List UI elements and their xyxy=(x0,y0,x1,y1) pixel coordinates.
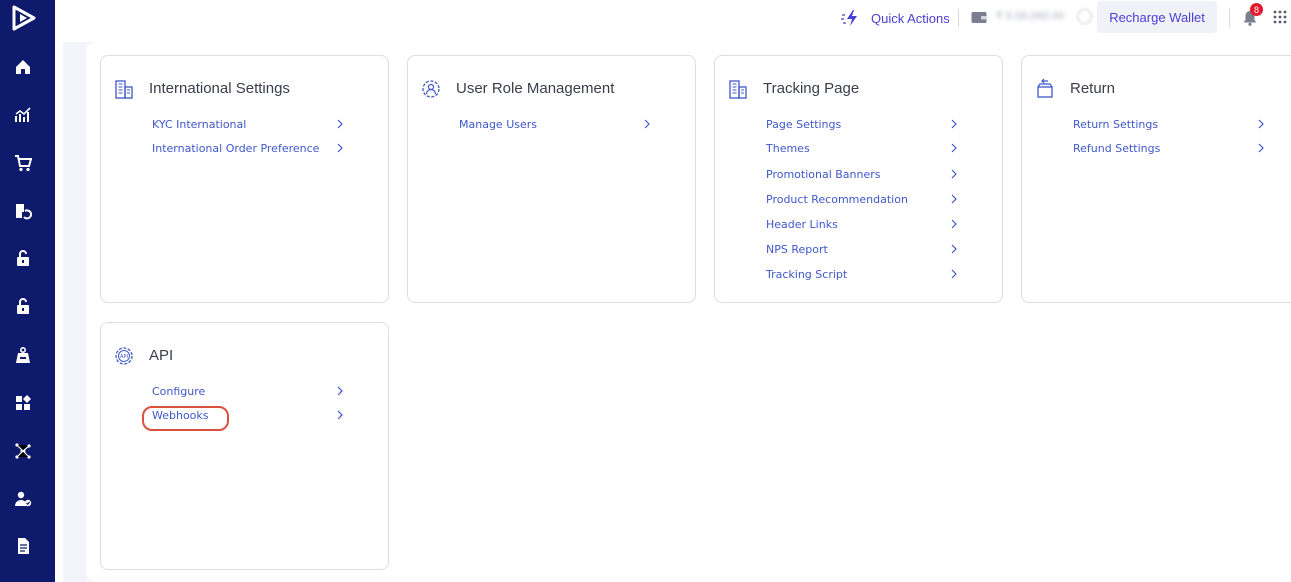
card-title: User Role Management xyxy=(456,80,615,97)
link-tracking-script[interactable]: Tracking Script xyxy=(766,265,966,283)
link-nps-report[interactable]: NPS Report xyxy=(766,240,966,258)
chevron-right-icon[interactable] xyxy=(950,190,960,208)
lightning-icon xyxy=(841,10,857,26)
chevron-right-icon[interactable] xyxy=(950,139,960,157)
notification-badge: 8 xyxy=(1250,3,1263,16)
link-label[interactable]: Configure xyxy=(152,385,205,398)
link-label[interactable]: Header Links xyxy=(766,218,838,231)
user-gear-icon xyxy=(422,80,440,98)
chevron-right-icon[interactable] xyxy=(1257,139,1267,157)
weight-icon[interactable] xyxy=(10,342,36,368)
link-page-settings[interactable]: Page Settings xyxy=(766,115,966,133)
link-product-recommendation[interactable]: Product Recommendation xyxy=(766,190,966,208)
card-title: Tracking Page xyxy=(763,80,860,97)
webhooks-highlight-outline xyxy=(142,406,229,431)
link-label[interactable]: Promotional Banners xyxy=(766,168,881,181)
link-refund-settings[interactable]: Refund Settings xyxy=(1073,139,1273,157)
user-check-icon[interactable] xyxy=(10,486,36,512)
chevron-right-icon[interactable] xyxy=(336,406,346,424)
link-label[interactable]: Manage Users xyxy=(459,118,537,131)
network-icon[interactable] xyxy=(10,438,36,464)
lock-alt-icon[interactable] xyxy=(10,293,36,319)
cart-icon[interactable] xyxy=(10,150,36,176)
link-label[interactable]: KYC International xyxy=(152,118,246,131)
recharge-wallet-button[interactable]: Recharge Wallet xyxy=(1097,1,1217,33)
building-icon xyxy=(729,80,747,99)
wallet-balance: ₹ 0,00,000.00 xyxy=(996,11,1065,22)
link-manage-users[interactable]: Manage Users xyxy=(459,115,659,133)
link-label[interactable]: Refund Settings xyxy=(1073,142,1160,155)
link-themes[interactable]: Themes xyxy=(766,139,966,157)
link-label[interactable]: Product Recommendation xyxy=(766,193,908,206)
link-label[interactable]: Page Settings xyxy=(766,118,841,131)
app-grid-icon[interactable] xyxy=(1273,10,1287,24)
return-box-icon xyxy=(1037,78,1053,98)
chevron-right-icon[interactable] xyxy=(950,240,960,258)
card-api: API API Configure Webhooks xyxy=(100,322,389,570)
chevron-right-icon[interactable] xyxy=(950,165,960,183)
link-label[interactable]: International Order Preference xyxy=(152,142,319,155)
link-international-order-preference[interactable]: International Order Preference xyxy=(152,139,352,157)
home-icon[interactable] xyxy=(10,54,36,80)
link-label[interactable]: NPS Report xyxy=(766,243,828,256)
card-return: Return Return Settings Refund Settings xyxy=(1021,55,1291,303)
divider xyxy=(1229,9,1230,27)
link-label[interactable]: Tracking Script xyxy=(766,268,847,281)
link-header-links[interactable]: Header Links xyxy=(766,215,966,233)
lock-icon[interactable] xyxy=(10,245,36,271)
returns-icon[interactable] xyxy=(10,198,36,224)
sidebar xyxy=(0,0,55,582)
link-return-settings[interactable]: Return Settings xyxy=(1073,115,1273,133)
analytics-icon[interactable] xyxy=(10,102,36,128)
link-label[interactable]: Return Settings xyxy=(1073,118,1158,131)
chevron-right-icon[interactable] xyxy=(950,215,960,233)
apps-icon[interactable] xyxy=(10,390,36,416)
chevron-right-icon[interactable] xyxy=(336,382,346,400)
app-logo-icon[interactable] xyxy=(10,5,38,31)
chevron-right-icon[interactable] xyxy=(336,115,346,133)
divider xyxy=(958,9,959,27)
chevron-right-icon[interactable] xyxy=(950,265,960,283)
card-title: International Settings xyxy=(149,80,290,97)
chevron-right-icon[interactable] xyxy=(1257,115,1267,133)
link-label[interactable]: Themes xyxy=(766,142,810,155)
balance-info-icon[interactable] xyxy=(1077,9,1092,24)
building-icon xyxy=(115,80,133,99)
document-icon[interactable] xyxy=(10,533,36,559)
link-promotional-banners[interactable]: Promotional Banners xyxy=(766,165,966,183)
chevron-right-icon[interactable] xyxy=(950,115,960,133)
card-tracking-page: Tracking Page Page Settings Themes Promo… xyxy=(714,55,1003,303)
wallet-icon xyxy=(971,12,987,23)
api-gear-icon: API xyxy=(115,347,133,365)
quick-actions-label: Quick Actions xyxy=(871,10,950,26)
quick-actions-button[interactable]: Quick Actions xyxy=(841,7,950,29)
link-configure[interactable]: Configure xyxy=(152,382,352,400)
card-international-settings: International Settings KYC International… xyxy=(100,55,389,303)
chevron-right-icon[interactable] xyxy=(336,139,346,157)
card-user-role-management: User Role Management Manage Users xyxy=(407,55,696,303)
card-title: API xyxy=(149,347,174,364)
link-kyc-international[interactable]: KYC International xyxy=(152,115,352,133)
svg-text:API: API xyxy=(120,354,128,360)
card-title: Return xyxy=(1070,80,1116,97)
chevron-right-icon[interactable] xyxy=(643,115,653,133)
